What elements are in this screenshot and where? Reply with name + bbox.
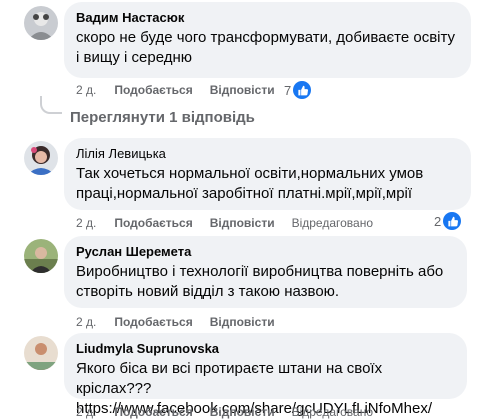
reply-button[interactable]: Відповісти [210, 82, 275, 98]
reaction-count-number: 2 [434, 213, 442, 229]
comment-text: Так хочеться нормальної освіти,нормальни… [76, 165, 424, 202]
comment-bubble: Руслан Шеремета Виробництво і технології… [64, 236, 467, 308]
avatar[interactable] [24, 6, 58, 40]
avatar[interactable] [24, 336, 58, 370]
like-button[interactable]: Подобається [114, 215, 192, 231]
like-button[interactable]: Подобається [114, 404, 192, 420]
comment-time[interactable]: 2 д. [76, 314, 96, 330]
comment-bubble: Лілія Левицька Так хочеться нормальної о… [64, 138, 471, 210]
reaction-count[interactable]: 7 [284, 81, 312, 99]
comment-actions: 2 д. Подобається Відповісти Відредагован… [76, 404, 373, 420]
comment-text: Виробництво і технології виробництва пов… [76, 263, 444, 300]
view-replies-link[interactable]: Переглянути 1 відповідь [70, 109, 255, 126]
comment-time[interactable]: 2 д. [76, 82, 96, 98]
comment-text: скоро не буде чого трансформувати, добив… [76, 29, 456, 66]
comment-author[interactable]: Вадим Настасюк [76, 10, 459, 26]
thumbs-up-icon [443, 212, 462, 230]
comment-actions: 2 д. Подобається Відповісти [76, 82, 292, 98]
like-button[interactable]: Подобається [114, 314, 192, 330]
reply-button[interactable]: Відповісти [210, 404, 275, 420]
reaction-count[interactable]: 2 [434, 212, 462, 230]
thumbs-up-icon [293, 81, 312, 99]
avatar[interactable] [24, 239, 58, 273]
comment-author[interactable]: Руслан Шеремета [76, 244, 455, 260]
comment-time[interactable]: 2 д. [76, 215, 96, 231]
avatar[interactable] [24, 141, 58, 175]
comment-time[interactable]: 2 д. [76, 404, 96, 420]
edited-label: Відредаговано [291, 405, 374, 419]
edited-label: Відредаговано [291, 216, 374, 230]
like-button[interactable]: Подобається [114, 82, 192, 98]
comment-bubble: Liudmyla Suprunovska Якого біса ви всі п… [64, 333, 467, 417]
reply-button[interactable]: Відповісти [210, 314, 275, 330]
comment-actions: 2 д. Подобається Відповісти Відредагован… [76, 215, 373, 231]
reply-button[interactable]: Відповісти [210, 215, 275, 231]
thread-connector [40, 96, 62, 114]
reaction-count-number: 7 [284, 82, 292, 98]
comment-bubble: Вадим Настасюк скоро не буде чого трансф… [64, 2, 471, 78]
comment-author[interactable]: Лілія Левицька [76, 146, 459, 162]
comment-author[interactable]: Liudmyla Suprunovska [76, 341, 455, 357]
comment-actions: 2 д. Подобається Відповісти [76, 314, 292, 330]
